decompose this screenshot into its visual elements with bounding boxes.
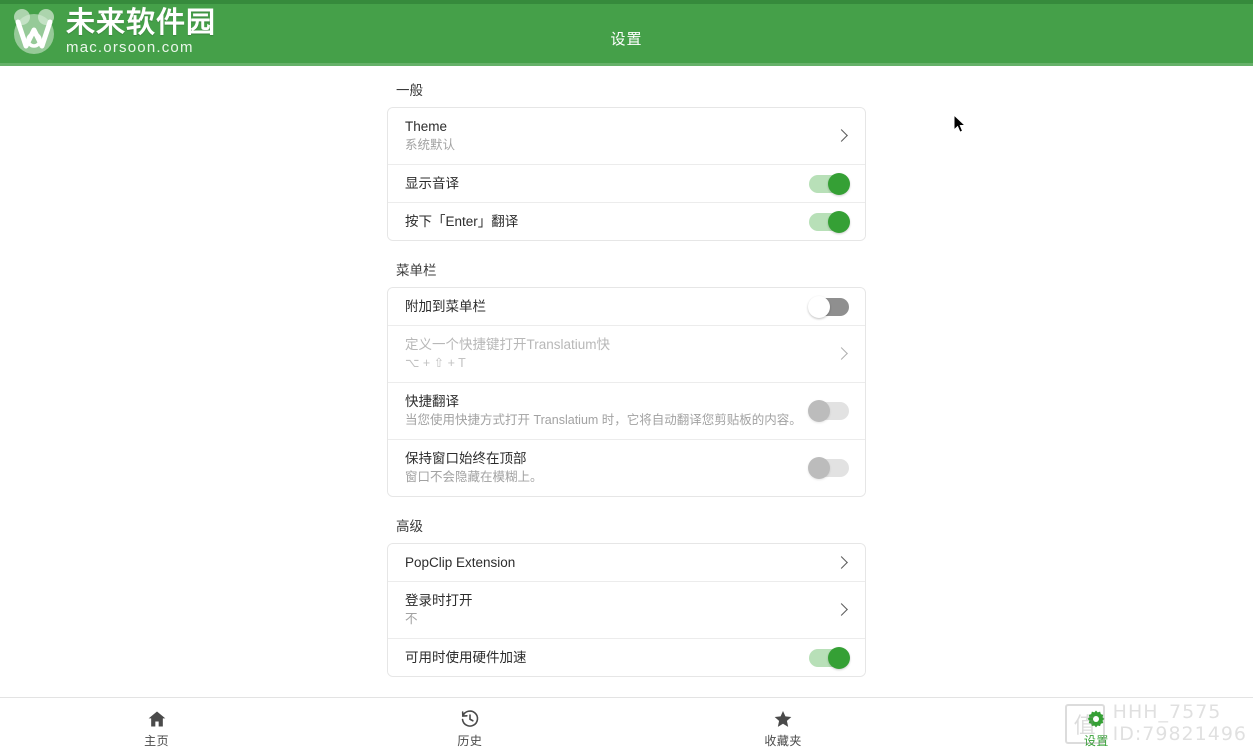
- row-title: 登录时打开: [405, 593, 473, 608]
- section-title: 菜单栏: [396, 263, 437, 278]
- row-texts: 登录时打开不: [405, 582, 825, 638]
- app-header: 未来软件园 mac.orsoon.com 设置: [0, 0, 1253, 66]
- settings-row[interactable]: 定义一个快捷键打开Translatium快 ⌥ + ⇧ + T: [388, 326, 865, 383]
- row-title: 附加到菜单栏: [405, 299, 486, 314]
- home-icon: [147, 709, 167, 729]
- settings-row[interactable]: 可用时使用硬件加速: [388, 639, 865, 676]
- settings-row[interactable]: 登录时打开不: [388, 582, 865, 639]
- tab-label: 主页: [144, 733, 170, 748]
- settings-section: 菜单栏附加到菜单栏定义一个快捷键打开Translatium快 ⌥ + ⇧ + T 快…: [387, 259, 866, 497]
- history-clock-icon: [460, 709, 480, 729]
- row-texts: Theme 系统默认: [405, 108, 825, 164]
- settings-sections: 一般 Theme 系统默认显示音译按下「Enter」翻译菜单栏附加到菜单栏定义一个快…: [387, 66, 866, 677]
- settings-row[interactable]: 附加到菜单栏: [388, 288, 865, 326]
- row-title: 定义一个快捷键打开Translatium快: [405, 337, 611, 352]
- row-texts: 可用时使用硬件加速: [405, 639, 799, 676]
- row-texts: 定义一个快捷键打开Translatium快 ⌥ + ⇧ + T: [405, 326, 825, 382]
- row-title: Theme: [405, 119, 448, 134]
- row-subtitle: 不: [405, 612, 418, 626]
- star-icon: [773, 709, 793, 729]
- tab-star[interactable]: 收藏夹: [627, 698, 940, 755]
- bottom-tab-bar[interactable]: 主页 历史 收藏夹 设置: [0, 697, 1253, 755]
- row-texts: 快捷翻译当您使用快捷方式打开 Translatium 时，它将自动翻译您剪贴板的…: [405, 383, 849, 439]
- toggle-switch-disabled: [808, 400, 849, 422]
- toggle-knob: [808, 295, 830, 318]
- row-texts: 保持窗口始终在顶部窗口不会隐藏在模糊上。: [405, 440, 799, 496]
- toggle-switch-off[interactable]: [808, 295, 849, 318]
- row-title: 显示音译: [405, 176, 459, 191]
- row-texts: 显示音译: [405, 165, 799, 202]
- row-title: 按下「Enter」翻译: [405, 214, 519, 229]
- toggle-switch-on[interactable]: [809, 210, 850, 233]
- toggle-switch-on[interactable]: [809, 646, 850, 669]
- chevron-right-icon[interactable]: [835, 601, 849, 619]
- row-subtitle: 窗口不会隐藏在模糊上。: [405, 470, 543, 484]
- settings-section: 一般 Theme 系统默认显示音译按下「Enter」翻译: [387, 79, 866, 241]
- settings-section: 高级 PopClip Extension 登录时打开不可用时使用硬件加速: [387, 515, 866, 677]
- row-subtitle: 系统默认: [405, 138, 456, 152]
- settings-row[interactable]: 保持窗口始终在顶部窗口不会隐藏在模糊上。: [388, 440, 865, 496]
- row-texts: PopClip Extension: [405, 544, 825, 581]
- toggle-knob: [808, 400, 830, 422]
- row-texts: 按下「Enter」翻译: [405, 203, 799, 240]
- settings-row[interactable]: 按下「Enter」翻译: [388, 203, 865, 240]
- tab-label: 收藏夹: [764, 733, 802, 748]
- row-title: 快捷翻译: [405, 394, 459, 409]
- toggle-switch-on[interactable]: [809, 172, 850, 195]
- row-title: 可用时使用硬件加速: [405, 650, 527, 665]
- tab-gear[interactable]: 设置: [940, 698, 1253, 755]
- chevron-right-icon[interactable]: [835, 345, 849, 363]
- row-title: PopClip Extension: [405, 555, 516, 570]
- settings-row[interactable]: Theme 系统默认: [388, 108, 865, 165]
- settings-card: PopClip Extension 登录时打开不可用时使用硬件加速: [387, 543, 866, 677]
- settings-row[interactable]: 显示音译: [388, 165, 865, 203]
- tab-label: 历史: [457, 733, 483, 748]
- chevron-right-icon[interactable]: [835, 554, 849, 572]
- settings-row[interactable]: 快捷翻译当您使用快捷方式打开 Translatium 时，它将自动翻译您剪贴板的…: [388, 383, 865, 440]
- gear-icon: [1086, 709, 1106, 729]
- toggle-knob: [828, 210, 850, 233]
- page-title: 设置: [610, 31, 643, 48]
- row-title: 保持窗口始终在顶部: [405, 451, 527, 466]
- row-subtitle: ⌥ + ⇧ + T: [405, 356, 466, 370]
- settings-row[interactable]: PopClip Extension: [388, 544, 865, 582]
- tab-home[interactable]: 主页: [0, 698, 313, 755]
- toggle-knob: [828, 172, 850, 195]
- row-subtitle: 当您使用快捷方式打开 Translatium 时，它将自动翻译您剪贴板的内容。: [405, 413, 802, 427]
- section-title: 高级: [396, 519, 423, 534]
- chevron-right-icon[interactable]: [835, 127, 849, 145]
- settings-scroll-area[interactable]: 一般 Theme 系统默认显示音译按下「Enter」翻译菜单栏附加到菜单栏定义一个快…: [0, 66, 1253, 697]
- row-texts: 附加到菜单栏: [405, 288, 799, 325]
- toggle-knob: [828, 646, 850, 669]
- toggle-switch-disabled: [808, 457, 849, 479]
- section-title: 一般: [396, 83, 423, 98]
- toggle-knob: [808, 457, 830, 479]
- settings-card: 附加到菜单栏定义一个快捷键打开Translatium快 ⌥ + ⇧ + T 快捷翻译…: [387, 287, 866, 497]
- settings-card: Theme 系统默认显示音译按下「Enter」翻译: [387, 107, 866, 241]
- tab-label: 设置: [1083, 733, 1109, 748]
- tab-history-clock[interactable]: 历史: [313, 698, 626, 755]
